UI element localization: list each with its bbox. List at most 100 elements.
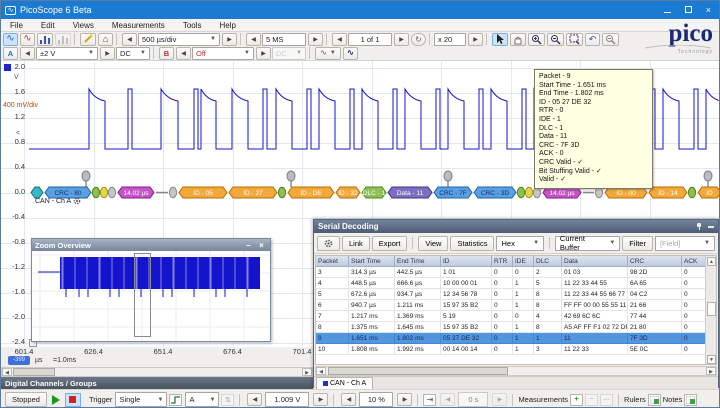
column-header[interactable]: RTR <box>492 256 513 267</box>
trigger-edge-icon[interactable] <box>169 393 183 406</box>
normal-selection-tool-icon[interactable] <box>492 32 508 46</box>
packet-marker-icon[interactable] <box>703 170 713 182</box>
pretrigger-field[interactable]: 10 % <box>359 392 394 407</box>
buffer-select[interactable]: Current Buffer ▼ <box>554 234 621 252</box>
column-header[interactable]: Data <box>562 256 628 267</box>
table-vertical-scrollbar[interactable]: ▲ ▼ <box>705 256 716 364</box>
link-button[interactable]: Link <box>342 235 370 251</box>
channel-a-button[interactable]: A <box>3 46 18 60</box>
delay-field[interactable]: 0 s <box>458 392 489 407</box>
column-header[interactable]: End Time <box>395 256 441 267</box>
samples-select[interactable]: 5 MS <box>262 32 306 46</box>
zoom-overview-minimize-icon[interactable]: – <box>243 241 254 250</box>
edit-measurement-icon[interactable]: − <box>585 393 599 406</box>
maximize-icon[interactable] <box>684 5 692 15</box>
decode-bit-dot[interactable] <box>99 186 109 199</box>
column-header[interactable]: Packet <box>316 256 349 267</box>
decode-bit-dot[interactable] <box>91 186 101 199</box>
scroll-thumb[interactable] <box>13 368 55 376</box>
signal-generator-icon[interactable]: ∿ ▼ <box>315 46 341 60</box>
timebase-select[interactable]: 500 µs/div ▼ <box>138 32 220 46</box>
gear-icon[interactable] <box>73 197 81 205</box>
packet-marker-icon[interactable] <box>81 170 91 182</box>
close-icon[interactable]: × <box>706 5 711 15</box>
filter-button[interactable]: Filter <box>622 235 653 251</box>
zoom-factor-next-icon[interactable]: ▶ <box>468 32 483 46</box>
delay-down-icon[interactable]: ◀ <box>440 393 456 406</box>
zoom-region-rect[interactable] <box>134 253 151 337</box>
column-header[interactable]: ID <box>441 256 492 267</box>
table-hscroll-thumb[interactable] <box>328 367 508 375</box>
b-range-prev-icon[interactable]: ◀ <box>176 46 191 60</box>
scroll-left-icon[interactable]: ◀ <box>2 368 12 376</box>
decode-bit-dot[interactable] <box>532 186 542 199</box>
panel-minimize-icon[interactable] <box>708 225 714 228</box>
menu-edit[interactable]: Edit <box>32 21 64 30</box>
a-range-prev-icon[interactable]: ◀ <box>20 46 35 60</box>
b-coupling-select[interactable]: DC ▼ <box>272 46 306 60</box>
alarms-view-icon[interactable] <box>55 32 71 46</box>
a-range-select[interactable]: ±2 V ▼ <box>36 46 98 60</box>
samples-prev-icon[interactable]: ◀ <box>246 32 261 46</box>
field-select[interactable]: [Field] ▼ <box>654 235 715 251</box>
buffer-indicator[interactable]: 1 of 1 <box>348 32 392 46</box>
view-button[interactable]: View <box>418 235 449 251</box>
trigger-source-select[interactable]: A ▼ <box>185 392 220 407</box>
decode-settings-gear-icon[interactable] <box>317 235 340 251</box>
zoom-out-tool-icon[interactable] <box>547 32 564 46</box>
table-horizontal-scrollbar[interactable]: ◀ ▶ <box>315 366 717 376</box>
zoom-in-tool-icon[interactable] <box>528 32 545 46</box>
format-select[interactable]: Hex ▼ <box>496 235 545 251</box>
column-header[interactable]: Start Time <box>349 256 395 267</box>
rulers-icon[interactable] <box>647 393 661 406</box>
undo-zoom-icon[interactable]: ↶ <box>585 32 600 46</box>
timebase-prev-icon[interactable]: ◀ <box>122 32 137 46</box>
decode-bit-dot[interactable] <box>594 186 604 199</box>
buffer-navigator-icon[interactable]: ↻ <box>411 32 426 46</box>
trigger-level-up-icon[interactable]: ▶ <box>313 393 329 406</box>
run-state-button[interactable]: Stopped <box>5 392 47 407</box>
add-measurement-icon[interactable]: + <box>570 393 584 406</box>
packet-marker-icon[interactable] <box>443 170 453 182</box>
decode-bit-dot[interactable] <box>277 186 287 199</box>
statistics-button[interactable]: Statistics <box>450 235 495 251</box>
menu-help[interactable]: Help <box>211 21 245 30</box>
decode-bit-dot[interactable] <box>168 186 178 199</box>
decode-bit-dot[interactable] <box>687 186 697 199</box>
menu-tools[interactable]: Tools <box>174 21 211 30</box>
column-header[interactable]: IDE <box>513 256 534 267</box>
a-coupling-select[interactable]: DC ▼ <box>116 46 150 60</box>
notes-icon[interactable] <box>684 393 698 406</box>
menu-measurements[interactable]: Measurements <box>103 21 174 30</box>
decode-channel-label[interactable]: CAN - Ch A <box>35 197 81 205</box>
zoom-full-icon[interactable] <box>602 32 619 46</box>
advanced-trigger-icon[interactable]: ⇅ <box>221 393 235 406</box>
setup-wizard-icon[interactable] <box>80 32 96 46</box>
hand-tool-icon[interactable] <box>510 32 526 46</box>
delete-measurement-icon[interactable]: ⋯ <box>600 393 614 406</box>
pretrigger-up-icon[interactable]: ▶ <box>397 393 413 406</box>
tab-can-ch-a[interactable]: CAN - Ch A <box>316 377 374 389</box>
trigger-mode-select[interactable]: Single ▼ <box>115 392 168 407</box>
channel-b-button[interactable]: B <box>159 46 174 60</box>
zoom-overview-window[interactable]: Zoom Overview – × <box>31 238 271 342</box>
zoom-factor-field[interactable]: x 20 <box>434 32 466 46</box>
spectrum-view-icon[interactable] <box>37 32 53 46</box>
menu-views[interactable]: Views <box>64 21 103 30</box>
start-capture-icon[interactable] <box>51 394 60 405</box>
graph-horizontal-scrollbar[interactable]: ◀ ▶ <box>1 367 313 377</box>
pin-icon[interactable] <box>696 223 703 230</box>
b-range-next-icon[interactable]: ▶ <box>256 46 271 60</box>
scope-view-icon[interactable]: ∿ <box>3 32 18 46</box>
column-header[interactable]: DLC <box>534 256 562 267</box>
persistence-view-icon[interactable]: ∿ <box>20 32 35 46</box>
a-range-next-icon[interactable]: ▶ <box>100 46 115 60</box>
home-icon[interactable]: ⌂ <box>98 32 113 46</box>
serial-decoding-titlebar[interactable]: Serial Decoding <box>314 220 718 233</box>
table-scroll-thumb[interactable] <box>707 302 716 316</box>
pretrigger-down-icon[interactable]: ◀ <box>341 393 357 406</box>
scroll-right-icon[interactable]: ▶ <box>302 368 312 376</box>
decode-bit-dot[interactable] <box>107 186 117 199</box>
table-scroll-left-icon[interactable]: ◀ <box>316 367 326 375</box>
zoom-overview-titlebar[interactable]: Zoom Overview – × <box>32 239 270 251</box>
